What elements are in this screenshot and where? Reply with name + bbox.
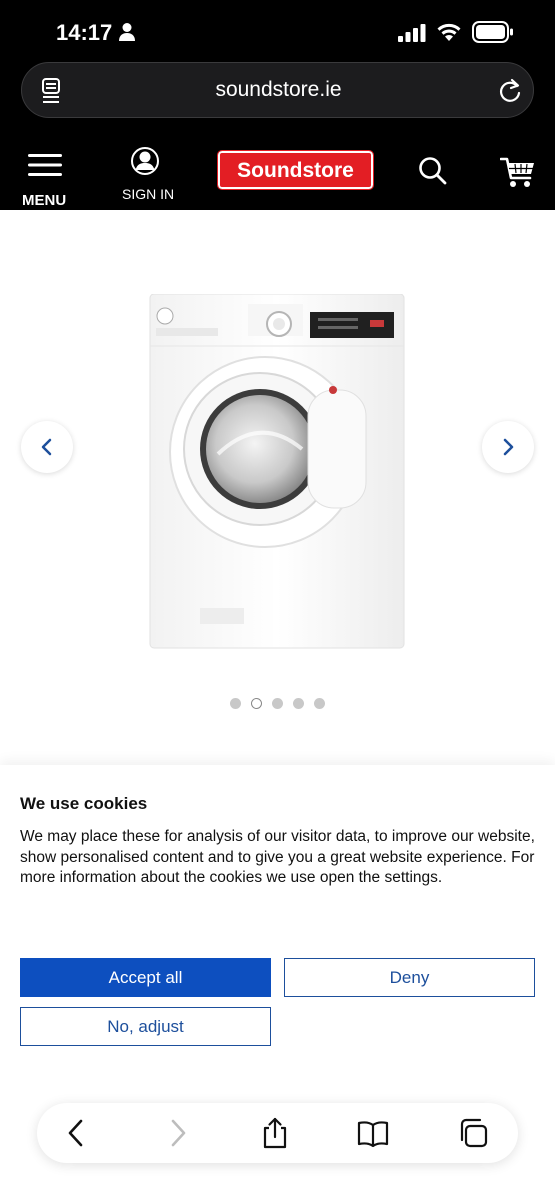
- top-bar: 14:17 soundstore.ie MENU SIGN IN Soundst…: [0, 0, 555, 210]
- chevron-right-icon: [503, 438, 514, 456]
- site-logo[interactable]: Soundstore: [217, 150, 374, 190]
- page: 14:17 soundstore.ie MENU SIGN IN Soundst…: [0, 0, 555, 1200]
- menu-icon: [28, 154, 62, 176]
- person-icon: [119, 23, 135, 41]
- sign-in-button[interactable]: SIGN IN: [118, 146, 178, 202]
- carousel-dot[interactable]: [230, 698, 241, 709]
- previous-image-button[interactable]: [21, 421, 73, 473]
- adjust-button[interactable]: No, adjust: [20, 1007, 271, 1046]
- next-image-button[interactable]: [482, 421, 534, 473]
- carousel-dot-active[interactable]: [251, 698, 262, 709]
- wifi-icon: [437, 23, 461, 41]
- url-text[interactable]: soundstore.ie: [22, 78, 535, 102]
- cookie-title: We use cookies: [20, 794, 148, 813]
- accept-all-button[interactable]: Accept all: [20, 958, 271, 997]
- address-bar[interactable]: soundstore.ie: [21, 62, 534, 118]
- back-icon[interactable]: [61, 1117, 93, 1149]
- share-icon[interactable]: [259, 1117, 291, 1149]
- status-time: 14:17: [56, 20, 113, 45]
- cookie-banner: We use cookies We may place these for an…: [0, 765, 555, 1100]
- search-icon[interactable]: [418, 156, 448, 186]
- status-bar: 14:17: [0, 0, 555, 62]
- cart-icon[interactable]: [500, 154, 536, 190]
- menu-button[interactable]: MENU: [22, 152, 70, 209]
- bookmarks-icon[interactable]: [357, 1117, 389, 1149]
- carousel-dot[interactable]: [314, 698, 325, 709]
- signal-icon: [398, 24, 426, 42]
- user-icon: [131, 147, 159, 175]
- carousel-dots: [229, 697, 329, 711]
- forward-icon[interactable]: [161, 1117, 193, 1149]
- carousel-dot[interactable]: [272, 698, 283, 709]
- product-image: [149, 294, 405, 649]
- deny-button[interactable]: Deny: [284, 958, 535, 997]
- chevron-left-icon: [41, 438, 52, 456]
- carousel-dot[interactable]: [293, 698, 304, 709]
- site-header: MENU SIGN IN Soundstore: [0, 140, 555, 210]
- browser-toolbar: [37, 1103, 518, 1163]
- logo-text: Soundstore: [237, 159, 354, 182]
- battery-icon: [472, 21, 513, 43]
- cookie-text: We may place these for analysis of our v…: [20, 828, 535, 886]
- menu-label: MENU: [22, 192, 67, 209]
- product-gallery[interactable]: [0, 210, 555, 765]
- tabs-icon[interactable]: [457, 1117, 489, 1149]
- sign-in-label: SIGN IN: [122, 186, 175, 202]
- reload-icon[interactable]: [497, 77, 523, 105]
